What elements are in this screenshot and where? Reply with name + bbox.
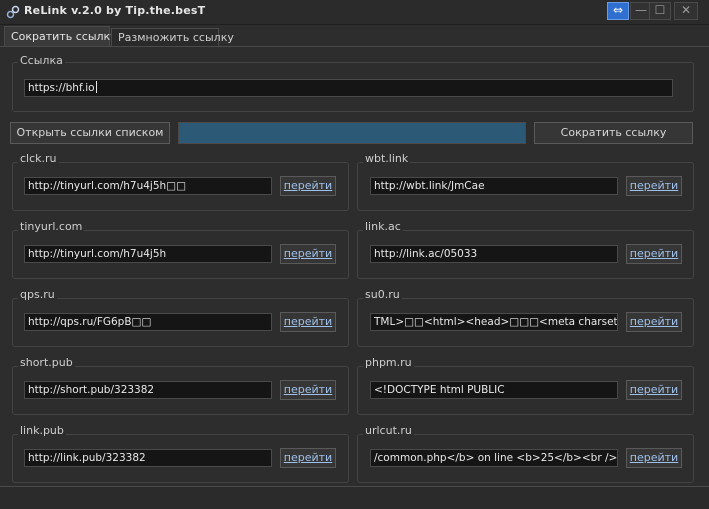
- link-input[interactable]: https://bhf.io: [24, 79, 673, 97]
- text-caret: [95, 81, 97, 93]
- tab-multiply-link[interactable]: Размножить ссылку: [111, 28, 234, 47]
- service-label: link.pub: [18, 424, 66, 437]
- link-group-label: Ссылка: [18, 54, 65, 67]
- service-label: urlcut.ru: [363, 424, 414, 437]
- service-label: clck.ru: [18, 152, 59, 165]
- service-label: su0.ru: [363, 288, 402, 301]
- go-button[interactable]: перейти: [626, 312, 682, 332]
- service-label: link.ac: [363, 220, 403, 233]
- short-link-field[interactable]: http://tinyurl.com/h7u4j5h□□: [24, 177, 272, 195]
- tab-shorten-link[interactable]: Сократить ссылку: [4, 26, 117, 47]
- short-link-field[interactable]: http://link.ac/05033: [370, 245, 618, 263]
- short-link-field[interactable]: http://qps.ru/FG6pB□□: [24, 313, 272, 331]
- short-link-field[interactable]: <!DOCTYPE html PUBLIC: [370, 381, 618, 399]
- service-label: short.pub: [18, 356, 75, 369]
- link-input-value: https://bhf.io: [28, 82, 95, 94]
- status-bar: [0, 486, 709, 509]
- go-button[interactable]: перейти: [626, 176, 682, 196]
- go-button[interactable]: перейти: [280, 380, 336, 400]
- swap-arrows-icon[interactable]: ⇔: [607, 2, 629, 20]
- go-button[interactable]: перейти: [280, 312, 336, 332]
- service-label: wbt.link: [363, 152, 411, 165]
- close-button[interactable]: ✕: [674, 2, 698, 20]
- go-button[interactable]: перейти: [280, 448, 336, 468]
- go-button[interactable]: перейти: [280, 244, 336, 264]
- go-button[interactable]: перейти: [280, 176, 336, 196]
- short-link-field[interactable]: http://wbt.link/JmCae: [370, 177, 618, 195]
- progress-fill: [179, 123, 525, 143]
- service-label: tinyurl.com: [18, 220, 85, 233]
- progress-bar: [178, 122, 526, 144]
- title-bar: ReLink v.2.0 by Tip.the.besT ⇔ — ☐ ✕: [0, 0, 709, 25]
- open-links-list-button[interactable]: Открыть ссылки списком: [10, 122, 170, 144]
- short-link-field[interactable]: http://short.pub/323382: [24, 381, 272, 399]
- service-label: phpm.ru: [363, 356, 414, 369]
- short-link-field[interactable]: http://tinyurl.com/h7u4j5h: [24, 245, 272, 263]
- link-chain-icon: [6, 5, 20, 19]
- window-title: ReLink v.2.0 by Tip.the.besT: [24, 4, 206, 17]
- short-link-field[interactable]: /common.php</b> on line <b>25</b><br />□…: [370, 449, 618, 467]
- go-button[interactable]: перейти: [626, 380, 682, 400]
- short-link-field[interactable]: http://link.pub/323382: [24, 449, 272, 467]
- service-label: qps.ru: [18, 288, 57, 301]
- maximize-button[interactable]: ☐: [649, 2, 671, 20]
- shorten-link-button[interactable]: Сократить ссылку: [534, 122, 693, 144]
- go-button[interactable]: перейти: [626, 448, 682, 468]
- short-link-field[interactable]: TML>□□<html><head>□□□<meta charset=: [370, 313, 618, 331]
- go-button[interactable]: перейти: [626, 244, 682, 264]
